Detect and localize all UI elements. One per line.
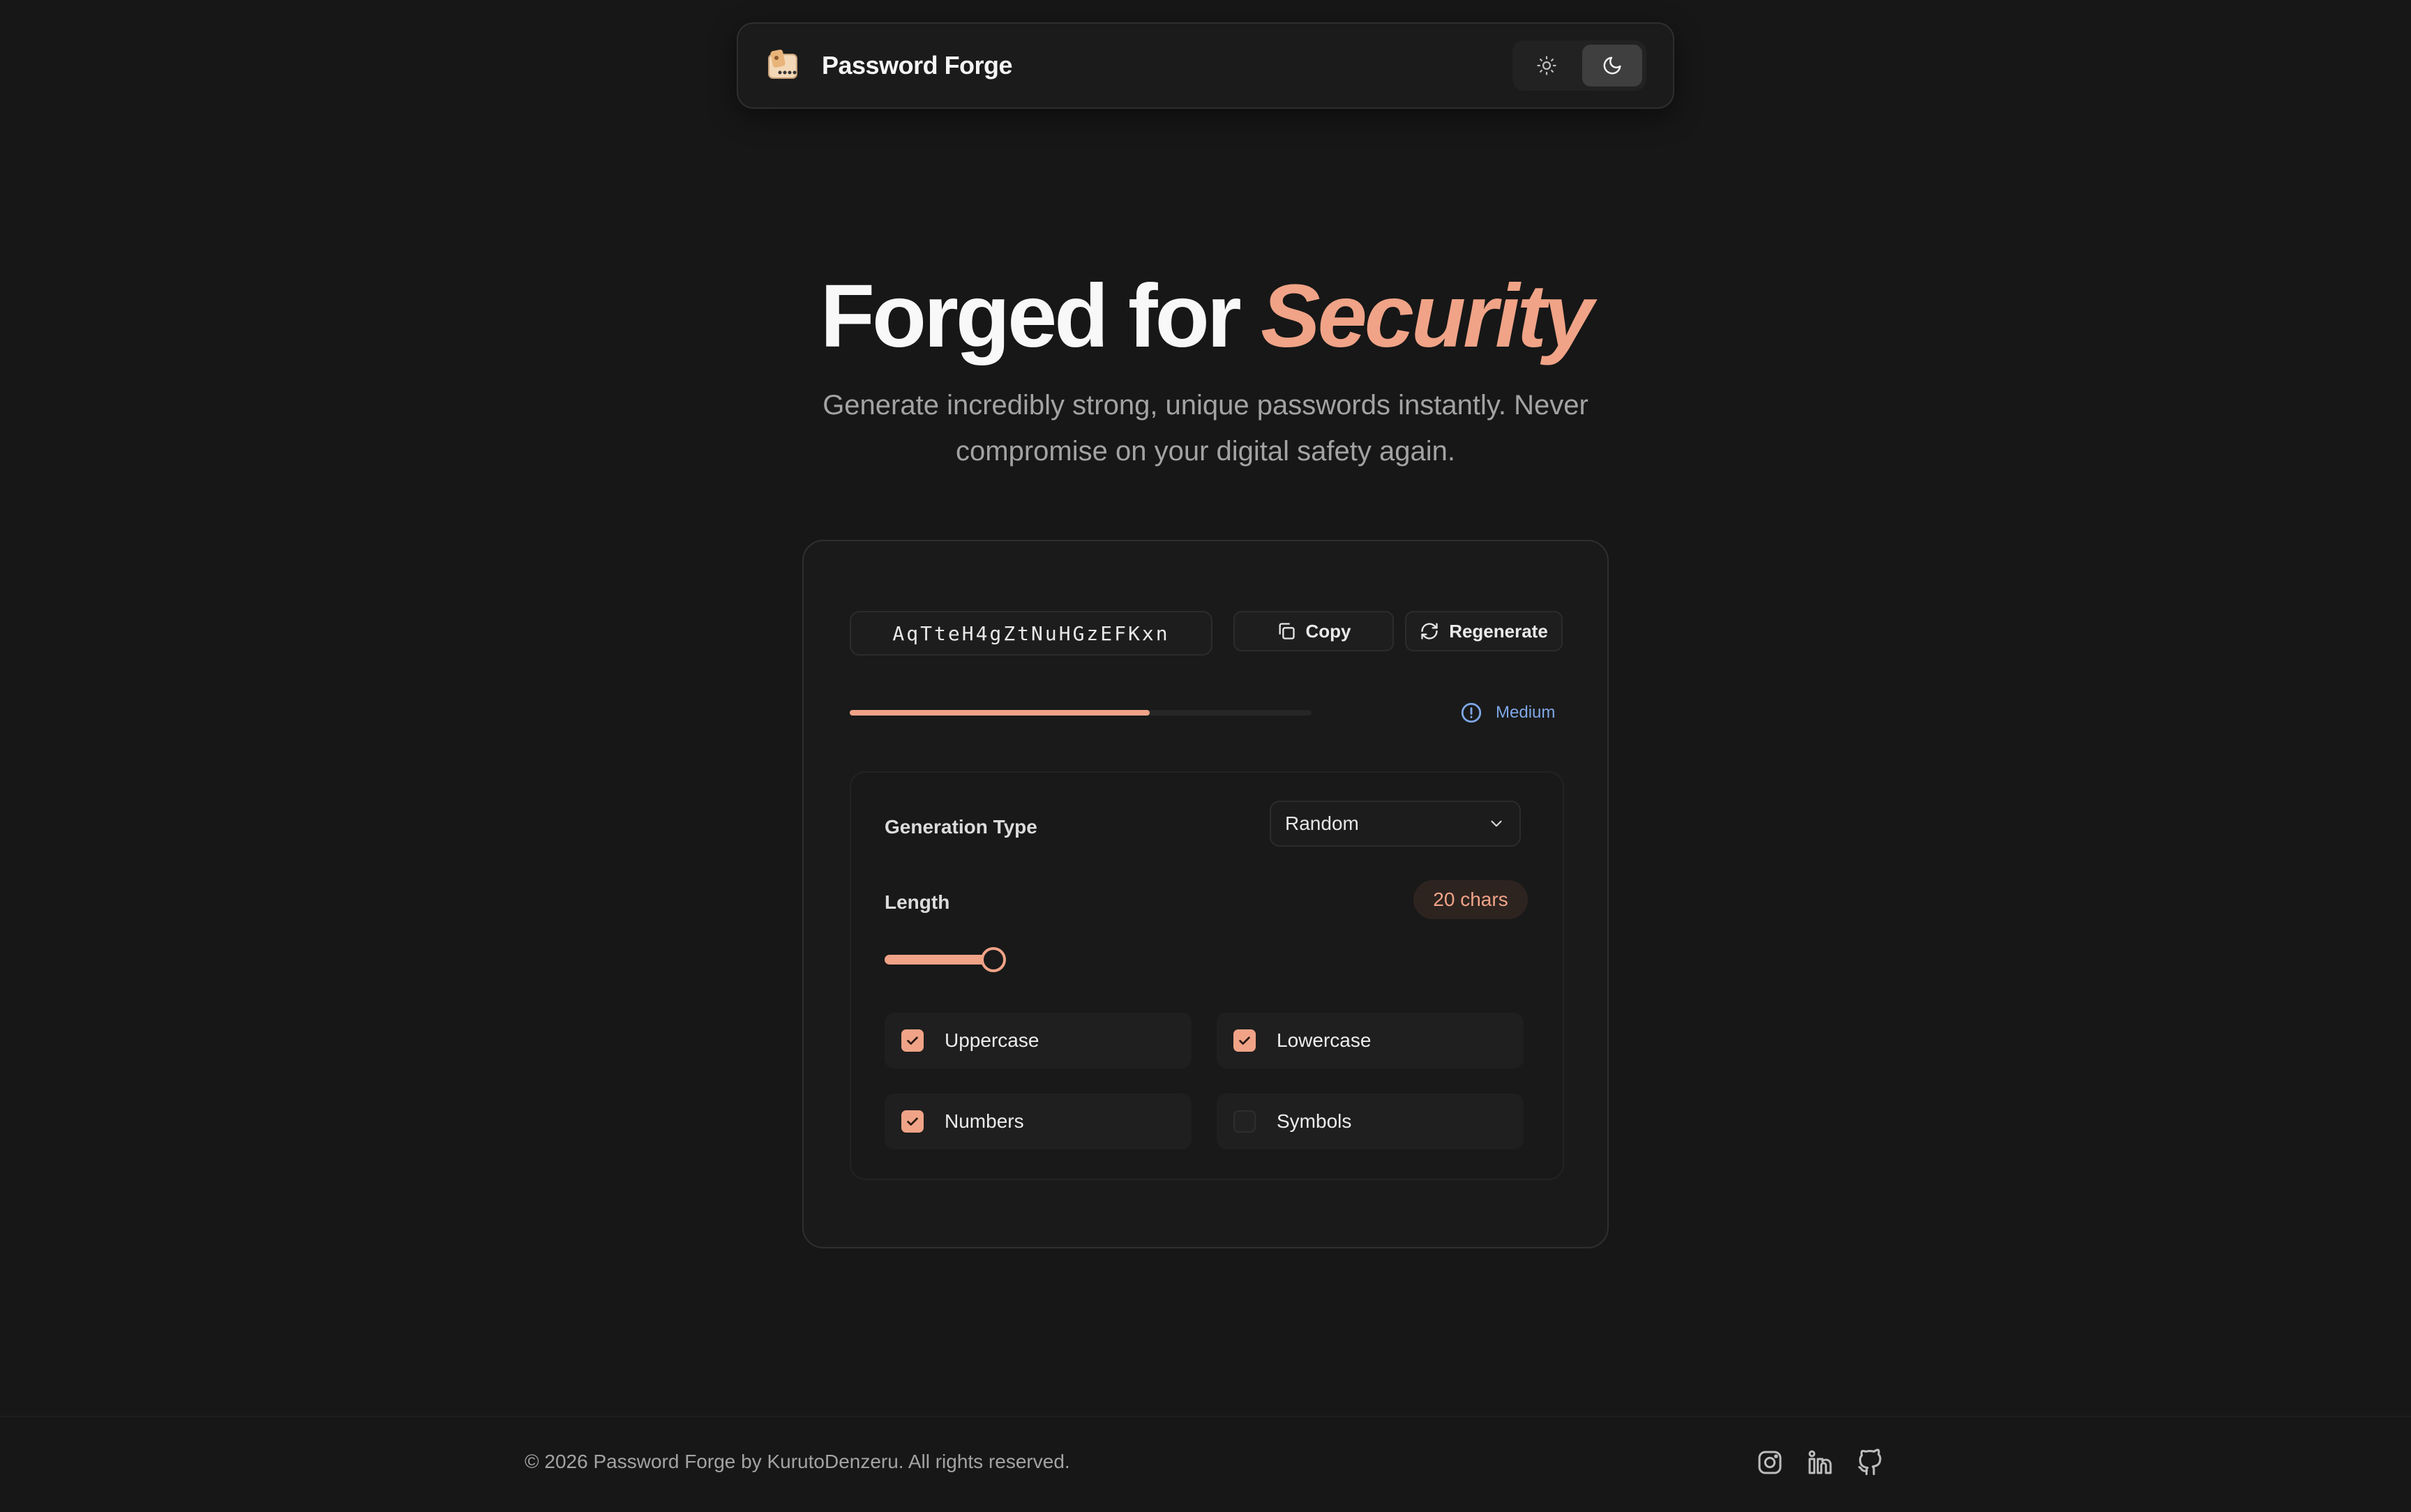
symbols-checkbox[interactable] bbox=[1233, 1110, 1256, 1133]
strength-meter-fill bbox=[850, 710, 1150, 716]
social-links bbox=[1755, 1448, 1885, 1477]
info-icon bbox=[1461, 702, 1482, 723]
regenerate-label: Regenerate bbox=[1449, 620, 1548, 642]
page: Password Forge Forged for Security Gener… bbox=[0, 0, 2411, 1512]
generator-card: AqTteH4gZtNuHGzEFKxn Copy Regenerate Med… bbox=[802, 540, 1609, 1248]
strength-indicator: Medium bbox=[1459, 699, 1555, 727]
hero-title-main: Forged for bbox=[820, 266, 1242, 366]
length-label: Length bbox=[885, 891, 950, 913]
lowercase-checkbox[interactable] bbox=[1233, 1029, 1256, 1052]
sun-icon bbox=[1537, 56, 1556, 75]
password-output[interactable]: AqTteH4gZtNuHGzEFKxn bbox=[850, 611, 1212, 656]
instagram-link[interactable] bbox=[1755, 1448, 1785, 1477]
length-slider[interactable] bbox=[885, 947, 1006, 972]
instagram-icon bbox=[1758, 1451, 1782, 1474]
lowercase-label: Lowercase bbox=[1277, 1029, 1372, 1051]
numbers-label: Numbers bbox=[945, 1110, 1024, 1132]
hero-subtitle: Generate incredibly strong, unique passw… bbox=[823, 390, 1588, 467]
linkedin-icon bbox=[1808, 1450, 1832, 1474]
dark-theme-button[interactable] bbox=[1582, 45, 1642, 86]
linkedin-link[interactable] bbox=[1805, 1448, 1835, 1477]
footer-copyright: © 2026 Password Forge by KurutoDenzeru. … bbox=[525, 1451, 1070, 1472]
brand-name: Password Forge bbox=[822, 51, 1013, 80]
moon-icon bbox=[1603, 56, 1621, 75]
refresh-icon bbox=[1421, 623, 1438, 640]
lowercase-option[interactable]: Lowercase bbox=[1217, 1013, 1524, 1068]
github-icon bbox=[1858, 1449, 1882, 1476]
length-badge: 20 chars bbox=[1413, 880, 1528, 919]
check-icon bbox=[1239, 1036, 1250, 1045]
password-card-icon bbox=[768, 50, 797, 79]
uppercase-checkbox[interactable] bbox=[901, 1029, 924, 1052]
generation-type-select[interactable]: Random bbox=[1270, 801, 1521, 847]
uppercase-label: Uppercase bbox=[945, 1029, 1039, 1051]
regenerate-button[interactable]: Regenerate bbox=[1405, 611, 1563, 651]
light-theme-button[interactable] bbox=[1517, 45, 1577, 86]
symbols-option[interactable]: Symbols bbox=[1217, 1094, 1524, 1149]
check-icon bbox=[907, 1036, 918, 1045]
generation-type-value: Random bbox=[1285, 812, 1359, 834]
symbols-label: Symbols bbox=[1277, 1110, 1352, 1132]
length-slider-fill bbox=[885, 955, 992, 965]
uppercase-option[interactable]: Uppercase bbox=[885, 1013, 1192, 1068]
copy-icon bbox=[1279, 623, 1295, 640]
copy-button[interactable]: Copy bbox=[1233, 611, 1394, 651]
hero-title: Forged for Security bbox=[0, 265, 2411, 368]
theme-toggle bbox=[1512, 40, 1646, 91]
github-link[interactable] bbox=[1856, 1448, 1885, 1477]
settings-panel: Generation Type Random Length 20 chars U… bbox=[850, 771, 1564, 1180]
chevron-down-icon bbox=[1491, 820, 1502, 827]
length-slider-thumb[interactable] bbox=[981, 947, 1006, 972]
footer-divider bbox=[0, 1416, 2411, 1417]
copy-label: Copy bbox=[1305, 620, 1351, 642]
hero-title-accent: Security bbox=[1261, 266, 1593, 366]
strength-meter bbox=[850, 710, 1312, 716]
generation-type-label: Generation Type bbox=[885, 816, 1037, 838]
check-icon bbox=[907, 1117, 918, 1126]
numbers-checkbox[interactable] bbox=[901, 1110, 924, 1133]
top-navbar: Password Forge bbox=[737, 22, 1674, 109]
strength-label: Medium bbox=[1496, 703, 1556, 722]
numbers-option[interactable]: Numbers bbox=[885, 1094, 1192, 1149]
